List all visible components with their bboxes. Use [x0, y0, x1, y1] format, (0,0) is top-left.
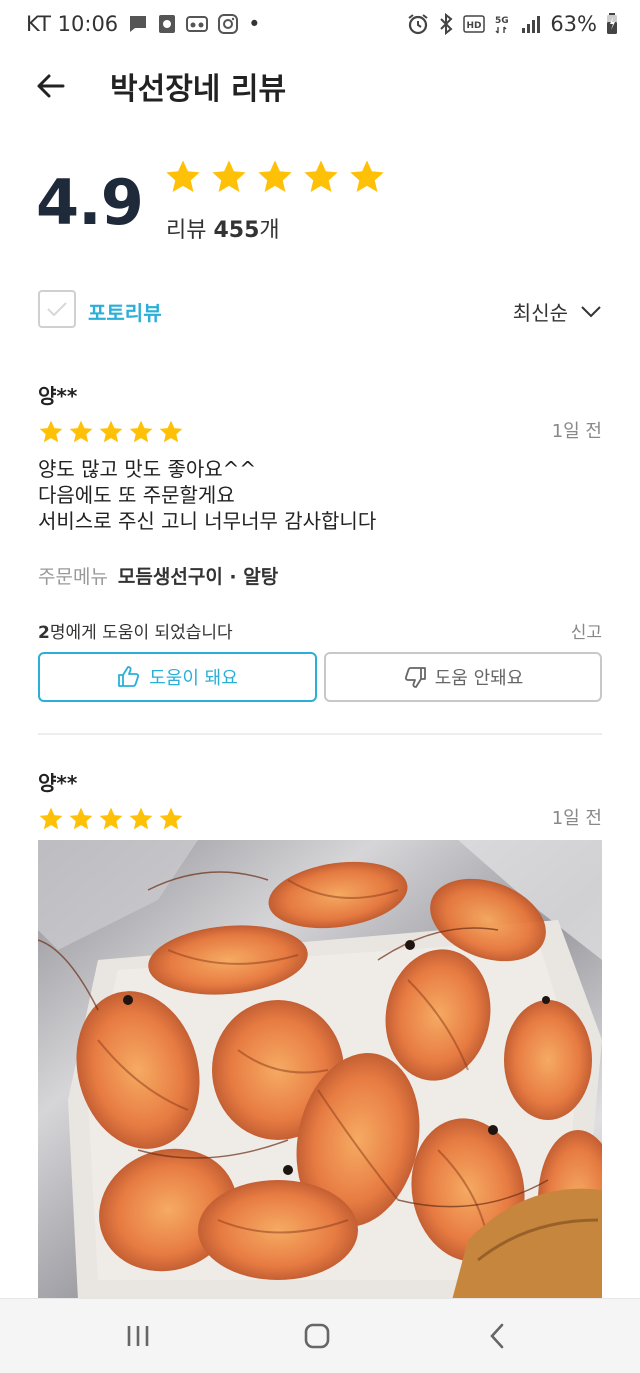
- star-icon: [99, 420, 123, 443]
- helpful-yes-button[interactable]: 도움이 돼요: [38, 652, 317, 702]
- battery-percent: 63%: [550, 12, 597, 36]
- helpful-count: 2: [38, 623, 50, 643]
- report-link[interactable]: 신고: [571, 618, 602, 643]
- review-time: 1일 전: [551, 808, 602, 829]
- helpful-no-label: 도움 안돼요: [434, 668, 524, 689]
- home-icon: [304, 1323, 330, 1349]
- rating-stars: [164, 158, 386, 196]
- review-count-suffix: 개: [259, 218, 280, 243]
- reviewer-name: 양**: [38, 384, 78, 408]
- signal-icon: [521, 14, 541, 34]
- star-icon: [258, 160, 292, 193]
- order-menu-label: 주문메뉴: [38, 566, 108, 588]
- system-back-button[interactable]: [472, 1317, 522, 1355]
- review-time: 1일 전: [551, 421, 602, 442]
- star-icon: [212, 160, 246, 193]
- recent-apps-icon: [127, 1326, 149, 1346]
- star-icon: [159, 807, 183, 830]
- review-count-prefix: 리뷰: [166, 218, 214, 243]
- arrow-left-icon: [37, 74, 65, 98]
- order-menu: 주문메뉴 모듬생선구이 · 알탕: [38, 562, 278, 589]
- review-count-value: 455: [213, 218, 260, 243]
- star-icon: [69, 807, 93, 830]
- star-icon: [304, 160, 338, 193]
- sort-label: 최신순: [512, 301, 568, 325]
- system-navigation-bar: [0, 1298, 640, 1373]
- app-header: 박선장네 리뷰: [0, 50, 640, 120]
- average-rating: 4.9: [36, 166, 144, 239]
- review-photo[interactable]: [38, 840, 602, 1300]
- review-text-line: 다음에도 또 주문할게요: [38, 483, 235, 507]
- review-item: 양** 1일 전: [38, 767, 602, 837]
- review-text-line: 서비스로 주신 고니 너무너무 감사합니다: [38, 509, 377, 533]
- photo-review-checkbox[interactable]: [38, 290, 76, 328]
- network-5g-icon: 5G: [494, 13, 512, 35]
- svg-text:HD: HD: [467, 21, 482, 31]
- video-icon: [186, 14, 209, 34]
- review-text: 양도 많고 맛도 좋아요^^ 다음에도 또 주문할게요 서비스로 주신 고니 너…: [38, 456, 376, 534]
- filter-row: 포토리뷰 최신순: [0, 288, 640, 332]
- rating-summary: 4.9 리뷰 455개: [0, 140, 640, 270]
- sort-dropdown[interactable]: 최신순: [513, 297, 602, 326]
- chat-icon: [128, 14, 148, 34]
- status-bar: KT 10:06 • HD 5G 63%: [0, 0, 640, 50]
- hd-voice-icon: HD: [463, 15, 486, 33]
- star-icon: [99, 807, 123, 830]
- check-icon: [47, 302, 67, 317]
- recent-apps-button[interactable]: [113, 1317, 163, 1355]
- status-left: KT 10:06 •: [26, 12, 261, 36]
- star-icon: [129, 420, 153, 443]
- home-button[interactable]: [292, 1317, 342, 1355]
- review-item: 양** 1일 전 양도 많고 맛도 좋아요^^ 다음에도 또 주문할게요 서비스…: [38, 380, 602, 710]
- helpful-no-button[interactable]: 도움 안돼요: [324, 652, 602, 702]
- star-icon: [39, 420, 63, 443]
- star-icon: [129, 807, 153, 830]
- star-icon: [159, 420, 183, 443]
- star-icon: [166, 160, 200, 193]
- bluetooth-icon: [438, 13, 454, 35]
- status-right: HD 5G 63%: [407, 12, 618, 36]
- thumbs-down-icon: [404, 667, 426, 688]
- reviewer-name: 양**: [38, 771, 78, 795]
- review-divider: [38, 733, 602, 735]
- thumbs-up-icon: [118, 666, 140, 687]
- alarm-icon: [407, 13, 429, 35]
- carrier-time: KT 10:06: [26, 12, 119, 36]
- helpful-count-text: 2명에게 도움이 되었습니다: [38, 618, 233, 643]
- app-notification-icon: [158, 14, 176, 34]
- order-menu-items: 모듬생선구이 · 알탕: [117, 566, 279, 588]
- svg-text:5G: 5G: [495, 16, 509, 26]
- helpful-count-suffix: 명에게 도움이 되었습니다: [49, 623, 233, 643]
- chevron-left-icon: [490, 1323, 504, 1349]
- review-count: 리뷰 455개: [166, 212, 280, 244]
- battery-charging-icon: [606, 13, 618, 35]
- more-notifications-dot: •: [248, 12, 261, 36]
- page-title: 박선장네 리뷰: [110, 72, 287, 107]
- helpful-yes-label: 도움이 돼요: [149, 668, 238, 689]
- back-button[interactable]: [30, 66, 70, 106]
- instagram-icon: [218, 14, 239, 34]
- star-icon: [69, 420, 93, 443]
- review-stars: [38, 806, 602, 832]
- chevron-down-icon: [581, 305, 601, 317]
- photo-review-label[interactable]: 포토리뷰: [88, 297, 162, 326]
- star-icon: [350, 160, 384, 193]
- star-icon: [39, 807, 63, 830]
- review-text-line: 양도 많고 맛도 좋아요^^: [38, 457, 257, 481]
- review-stars: [38, 419, 602, 445]
